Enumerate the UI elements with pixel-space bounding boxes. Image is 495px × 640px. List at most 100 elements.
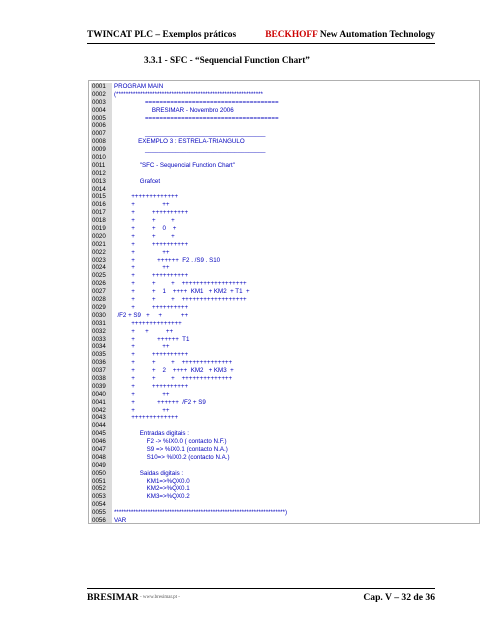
line-text [112,422,114,430]
code-line: 0026 + + + ++++++++++++++++++ [91,280,287,289]
code-line: 0054 [91,501,287,510]
line-number: 0035 [91,351,112,360]
code-line: 0032 + + ++ [91,327,287,336]
code-line: 0021 + ++++++++++ [91,240,287,249]
line-number: 0030 [91,311,112,320]
line-number: 0005 [91,114,112,123]
code-line: 0008 EXEMPLO 3 : ESTRELA-TRIANGULO [91,138,287,147]
line-text: F2 -> %IX0.0 ( contacto N.F.) [114,438,227,446]
line-text: + ++++++++++ [114,382,189,390]
line-number: 0036 [91,359,112,368]
code-line: 0001 PROGRAM MAIN [91,83,287,91]
line-number: 0032 [91,327,112,336]
line-text: + ++++++++++ [114,351,189,359]
line-number: 0045 [91,430,112,439]
line-number: 0008 [91,138,112,147]
header-title: TWINCAT PLC – Exemplos práticos [87,30,237,40]
code-line: 0028 + + + ++++++++++++++++++ [91,296,287,304]
line-number: 0039 [91,382,112,391]
code-line: 0034 + ++ [91,343,287,352]
footer-website-link[interactable]: - www.bresimar.pt - [140,595,180,600]
code-line: 0027 + + 1 ++++ KM1 + KM2 + T1 + [91,288,287,297]
line-text [112,186,114,194]
code-line: 0025 + ++++++++++ [91,272,287,281]
code-line: 0042 + ++ [91,406,287,415]
line-number: 0034 [91,343,112,352]
line-number: 0040 [91,390,112,399]
code-line: 0020 + + + [91,232,287,241]
line-number: 0028 [91,296,112,304]
line-number: 0007 [91,130,112,139]
line-number: 0015 [91,193,112,202]
line-text: + ++ [114,390,170,398]
code-line: 0050 Saidas digitais : [91,469,287,478]
line-text: + ++++++ T1 [114,335,190,343]
code-line: 0036 + + + ++++++++++++++ [91,359,287,368]
line-number: 0017 [91,209,112,218]
line-number: 0009 [91,146,112,155]
code-line: 0056 VAR [91,516,287,523]
line-text: ___________________________________ [114,130,266,138]
line-text: + ++ [114,343,170,351]
line-number: 0056 [91,516,112,523]
line-number: 0013 [91,177,112,186]
line-text: + + + [114,232,175,240]
line-text: +++++++++++++ [114,414,179,422]
line-text [112,122,114,130]
code-line: 0013 Grafcet [91,177,287,186]
code-line: 0046 F2 -> %IX0.0 ( contacto N.F.) [91,438,287,446]
code-line: 0024 + ++ [91,264,287,273]
line-text: + ++ [114,201,170,209]
code-line: 0043 +++++++++++++ [91,414,287,423]
line-text: + ++ [114,248,170,256]
line-number: 0021 [91,240,112,249]
code-line: 0048 S10=> %IX0.2 (contacto N.A.) [91,453,287,462]
section-title: 3.3.1 - SFC - “Sequencial Function Chart… [144,55,310,65]
line-number: 0052 [91,485,112,494]
line-number: 0047 [91,445,112,454]
code-editor-panel: 0001 PROGRAM MAIN 0002 (*******************… [88,80,480,524]
line-number: 0018 [91,217,112,226]
code-line: 0016 + ++ [91,201,287,210]
code-line: 0035 + ++++++++++ [91,351,287,360]
line-number: 0044 [91,422,112,431]
line-text: + ++++++++++ [114,240,189,248]
page-number: Cap. V – 32 de 36 [363,592,435,603]
code-line: 0019 + + 0 + [91,225,287,233]
line-text: + ++++++ F2 . /S9 . S10 [114,256,221,264]
line-number: 0033 [91,335,112,344]
line-text: + + ++ [114,327,174,335]
line-number: 0020 [91,232,112,241]
line-text: ++++++++++++++ [114,319,182,327]
line-number: 0046 [91,438,112,446]
code-line: 0012 [91,169,287,178]
code-line: 0053 KM3=>%QX0.2 [91,493,287,502]
code-line: 0022 + ++ [91,248,287,257]
header-divider [87,43,435,44]
line-text [112,501,114,509]
line-number: 0042 [91,406,112,415]
line-number: 0026 [91,280,112,289]
line-text: S9 => %IX0.1 (contacto N.A.) [114,445,228,453]
line-number: 0002 [91,90,112,99]
line-number: 0053 [91,493,112,502]
line-text: +++++++++++++ [114,193,179,201]
code-line: 0010 [91,154,287,162]
line-text: + + + ++++++++++++++++++ [114,296,247,304]
code-line: 0005 ===================================… [91,114,287,123]
line-text: KM2=>%QX0.1 [114,485,190,493]
code-line: 0006 [91,122,287,131]
line-text: + ++ [114,406,170,414]
line-text: KM3=>%QX0.2 [114,493,190,501]
line-number: 0024 [91,264,112,273]
line-text [112,462,114,470]
code-line: 0030 /F2 + S9 + + ++ [91,311,287,320]
line-number: 0003 [91,98,112,107]
code-listing: 0001 PROGRAM MAIN 0002 (*******************… [91,83,287,523]
line-number: 0001 [91,83,112,91]
code-line: 0040 + ++ [91,390,287,399]
line-number: 0048 [91,453,112,462]
code-line: 0017 + ++++++++++ [91,209,287,218]
line-number: 0051 [91,477,112,486]
line-number: 0016 [91,201,112,210]
